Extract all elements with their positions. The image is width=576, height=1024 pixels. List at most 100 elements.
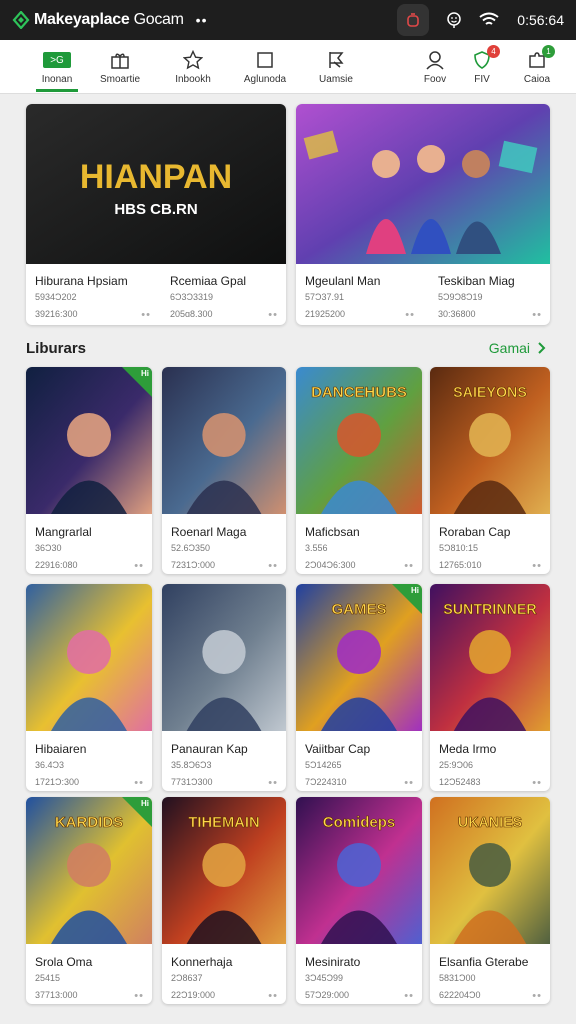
more-options-icon[interactable]: •• [404,777,414,789]
game-stat: 3Ɔ45Ɔ99 [305,973,344,983]
game-card[interactable]: TIHEMAIN Konnerhaja 2Ɔ8637 22Ɔ19:000 •• [162,797,286,1004]
game-stat: 7731Ɔ300 [171,777,213,787]
content-area: HIANPAN HBS CB.RN Hiburana Hpsiam 5934Ɔ2… [0,95,576,1024]
cover-title: TIHEMAIN [188,815,259,831]
tab-inonan[interactable]: >G Inonan [34,40,80,94]
tab-foov[interactable]: Foov [418,40,452,94]
game-stat: 5Ɔ810:15 [439,543,479,553]
game-stat: 36.4Ɔ3 [35,760,65,770]
game-stat: 7231Ɔ:000 [171,560,216,570]
tab-smoartie[interactable]: Smoartie [96,40,144,94]
star-icon [183,50,203,70]
more-options-icon[interactable]: •• [268,560,278,572]
featured-card[interactable]: Mgeulanl Man 57Ɔ37.91 21925200 •• Teskiba… [296,104,550,325]
tab-aglunoda[interactable]: Aglunoda [240,40,290,94]
smiley-icon[interactable] [445,11,463,29]
game-title: Teskiban Miag [438,274,515,288]
more-options-icon[interactable]: •• [532,309,542,321]
app-title: Makeyaplace Gocam [34,11,184,28]
more-options-icon[interactable]: •• [532,990,542,1002]
game-cover-image: TIHEMAIN [162,797,286,944]
game-stat: 5Ɔ14265 [305,760,342,770]
ribbon-label: Hi [411,586,419,595]
more-options-icon[interactable]: •• [268,309,278,321]
game-cover-image: SAIEYONS [430,367,550,514]
notification-badge: 4 [487,45,500,58]
tab-label: Aglunoda [243,74,287,85]
more-options-icon[interactable]: •• [405,309,415,321]
camera-button[interactable] [397,4,430,36]
tab-fiv[interactable]: 4 FIV [466,40,500,94]
game-stat: 22Ɔ19:000 [171,990,216,1000]
game-card[interactable]: Hi Mangrarlal 36Ɔ30 22916:080 •• [26,367,152,574]
game-card[interactable]: Roenarl Maga 52.6Ɔ350 7231Ɔ:000 •• [162,367,286,574]
more-options-icon[interactable]: •• [141,309,151,321]
game-card[interactable]: Panauran Kap 35.8Ɔ6Ɔ3 7731Ɔ300 •• [162,584,286,791]
game-stat: 52.6Ɔ350 [171,543,211,553]
game-cover-image: SUNTRINNER [430,584,550,731]
tab-caioa[interactable]: 1 Caioa [520,40,555,94]
game-stat: 57Ɔ29:000 [305,990,350,1000]
game-card[interactable]: KARDIDS Hi Srola Oma 25415 37713:000 •• [26,797,152,1004]
wifi-icon [479,12,499,25]
game-stat: 622204Ɔ0 [439,990,481,1000]
game-card[interactable]: SUNTRINNER Meda Irmo 25:9Ɔ06 12Ɔ52483 •• [430,584,550,791]
game-stat: 12765:010 [439,560,482,570]
banner-title: HIANPAN [80,158,232,196]
game-title: Maficbsan [305,525,360,539]
game-card[interactable]: GAMES Hi Vaiitbar Cap 5Ɔ14265 7Ɔ224310 •• [296,584,422,791]
notification-badge: 1 [542,45,555,58]
game-card[interactable]: SAIEYONS Roraban Cap 5Ɔ810:15 12765:010 •• [430,367,550,574]
menu-dots-button[interactable]: •• [196,12,208,28]
tab-inbookh[interactable]: Inbookh [170,40,216,94]
game-title: Vaiitbar Cap [305,742,371,756]
game-title: Konnerhaja [171,955,233,969]
tab-uamsie[interactable]: Uamsie [314,40,358,94]
tab-label: Inonan [41,74,73,85]
more-options-icon[interactable]: •• [404,990,414,1002]
game-cover-image [162,584,286,731]
ribbon-label: Hi [141,799,149,808]
see-all-link[interactable]: Gamai [489,340,546,356]
more-options-icon[interactable]: •• [404,560,414,572]
game-title: Hibaiaren [35,742,87,756]
cover-title: KARDIDS [55,814,123,831]
featured-characters-image [296,104,550,264]
game-title: Roenarl Maga [171,525,247,539]
cover-title: UKANIES [458,815,522,831]
game-cover-image [162,367,286,514]
game-stat: 25415 [35,973,61,983]
more-options-icon[interactable]: •• [134,777,144,789]
featured-card[interactable]: HIANPAN HBS CB.RN Hiburana Hpsiam 5934Ɔ2… [26,104,286,325]
more-options-icon[interactable]: •• [134,990,144,1002]
game-stat: 12Ɔ52483 [439,777,481,787]
chevron-right-icon [538,342,546,354]
more-options-icon[interactable]: •• [134,560,144,572]
cover-title: SAIEYONS [453,385,527,401]
game-card[interactable]: DANCEHUBS Maficbsan 3.556 2Ɔ04Ɔ6:300 •• [296,367,422,574]
more-options-icon[interactable]: •• [268,990,278,1002]
more-options-icon[interactable]: •• [268,777,278,789]
game-card[interactable]: Comideps Mesinirato 3Ɔ45Ɔ99 57Ɔ29:000 •• [296,797,422,1004]
game-title: Elsanfia Gterabe [439,955,529,969]
tab-label: Inbookh [175,74,211,85]
game-stat: 2Ɔ8637 [171,973,203,983]
game-cover-image: UKANIES [430,797,550,944]
cover-title: DANCEHUBS [311,384,407,401]
game-stat: 1721Ɔ:300 [35,777,80,787]
category-tab-bar: >G Inonan Smoartie Inbookh Aglunoda Uams… [0,40,576,94]
flag-icon [329,52,344,68]
game-stat: 2Ɔ04Ɔ6:300 [305,560,356,570]
tab-label: Foov [423,74,447,85]
game-card[interactable]: Hibaiaren 36.4Ɔ3 1721Ɔ:300 •• [26,584,152,791]
cover-title: SUNTRINNER [443,602,537,618]
game-stat: 35.8Ɔ6Ɔ3 [171,760,212,770]
game-card[interactable]: UKANIES Elsanfia Gterabe 5831Ɔ00 622204Ɔ0 •• [430,797,550,1004]
more-options-icon[interactable]: •• [532,777,542,789]
more-options-icon[interactable]: •• [532,560,542,572]
game-title: Mangrarlal [35,525,92,539]
tab-label: FIV [474,74,490,85]
game-stat: 5831Ɔ00 [439,973,476,983]
camera-icon [407,13,420,27]
section-title: Liburars [26,339,87,357]
